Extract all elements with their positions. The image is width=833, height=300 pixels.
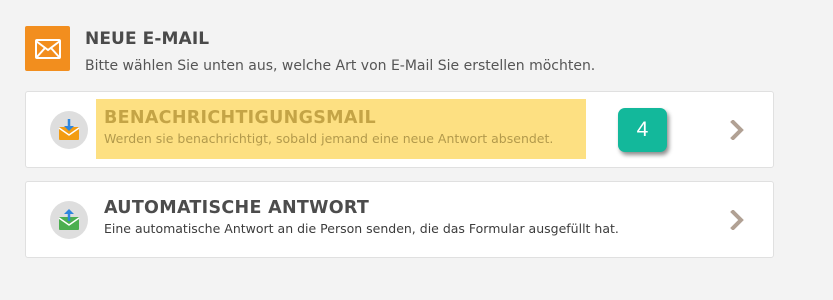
envelope-icon: [25, 26, 70, 71]
page-subtitle: Bitte wählen Sie unten aus, welche Art v…: [85, 58, 596, 74]
chevron-right-icon[interactable]: [726, 208, 748, 232]
notification-mail-icon: [50, 111, 88, 149]
new-email-header: NEUE E-MAIL Bitte wählen Sie unten aus, …: [25, 26, 805, 76]
option-title: BENACHRICHTIGUNGSMAIL: [104, 108, 377, 128]
autoresponder-option[interactable]: AUTOMATISCHE ANTWORT Eine automatische A…: [25, 181, 774, 258]
autoresponder-mail-icon: [50, 201, 88, 239]
page-title: NEUE E-MAIL: [85, 29, 210, 49]
count-badge: 4: [618, 108, 667, 152]
option-title: AUTOMATISCHE ANTWORT: [104, 198, 370, 218]
notification-mail-option[interactable]: BENACHRICHTIGUNGSMAIL Werden sie benachr…: [25, 91, 774, 168]
chevron-right-icon[interactable]: [726, 118, 748, 142]
option-description: Eine automatische Antwort an die Person …: [104, 221, 619, 236]
option-description: Werden sie benachrichtigt, sobald jemand…: [104, 131, 554, 146]
